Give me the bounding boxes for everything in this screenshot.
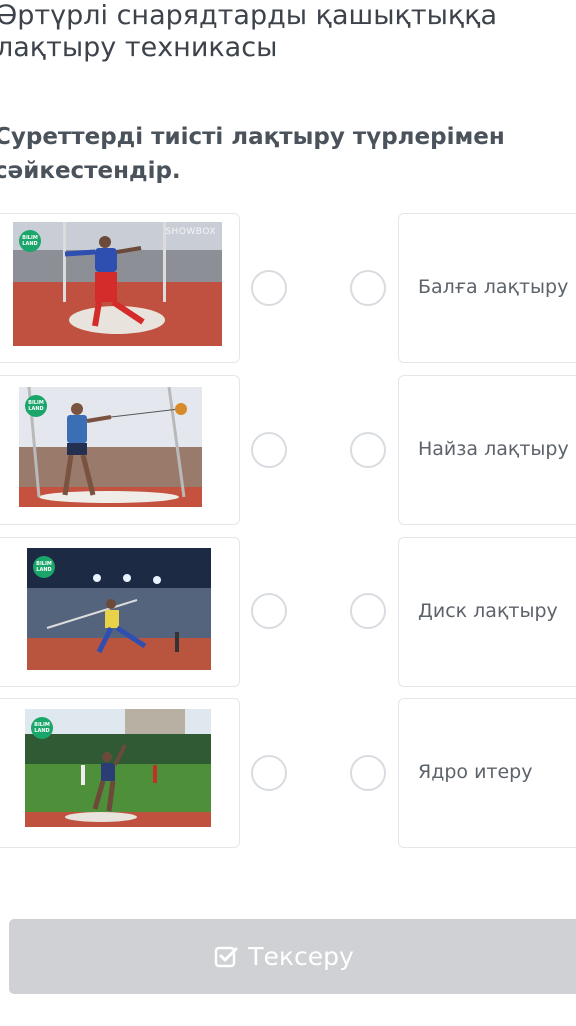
image-radio-3[interactable] — [251, 593, 287, 629]
shot-put-photo: BILIM LAND — [25, 709, 211, 827]
bilimland-logo: BILIM LAND — [25, 395, 47, 417]
image-card-4: BILIM LAND — [0, 698, 240, 848]
task-instruction: Суреттерді тиісті лақтыру түрлерімен сәй… — [0, 120, 574, 188]
discus-throw-photo: BILIM LAND SHOWBOX — [13, 222, 222, 346]
check-button[interactable]: Тексеру — [9, 919, 576, 994]
check-button-label: Тексеру — [248, 942, 354, 971]
image-card-3: BILIM LAND — [0, 537, 240, 687]
answer-radio-3[interactable] — [350, 593, 386, 629]
answer-label-1: Балға лақтыру — [418, 276, 569, 298]
answer-radio-1[interactable] — [350, 270, 386, 306]
checkbox-check-icon — [215, 946, 238, 967]
bilimland-logo: BILIM LAND — [19, 230, 41, 252]
page-title-line1: Әртүрлі снарядтарды қашықтыққа — [0, 0, 498, 31]
answer-card-1[interactable]: Балға лақтыру — [398, 213, 576, 363]
hammer-throw-photo: BILIM LAND — [19, 387, 202, 507]
answer-label-4: Ядро итеру — [418, 761, 533, 783]
answer-radio-2[interactable] — [350, 432, 386, 468]
image-radio-2[interactable] — [251, 432, 287, 468]
quiz-page: Әртүрлі снарядтарды қашықтыққа лақтыру т… — [0, 0, 576, 1026]
image-card-2: BILIM LAND — [0, 375, 240, 525]
page-title: Әртүрлі снарядтарды қашықтыққа лақтыру т… — [0, 0, 576, 64]
task-instruction-line1: Суреттерді тиісті лақтыру түрлерімен — [0, 124, 505, 150]
watermark-text: SHOWBOX — [165, 227, 216, 237]
answer-card-4[interactable]: Ядро итеру — [398, 698, 576, 848]
answer-label-3: Диск лақтыру — [418, 600, 558, 622]
image-radio-4[interactable] — [251, 755, 287, 791]
answer-card-3[interactable]: Диск лақтыру — [398, 537, 576, 687]
check-button-content: Тексеру — [214, 942, 354, 971]
javelin-throw-photo: BILIM LAND — [27, 548, 211, 670]
bilimland-logo: BILIM LAND — [31, 717, 53, 739]
image-radio-1[interactable] — [251, 270, 287, 306]
bilimland-logo: BILIM LAND — [33, 556, 55, 578]
page-title-line2: лақтыру техникасы — [0, 32, 278, 63]
answer-label-2: Найза лақтыру — [418, 438, 569, 460]
task-instruction-line2: сәйкестендір. — [0, 158, 181, 184]
answer-radio-4[interactable] — [350, 755, 386, 791]
image-card-1: BILIM LAND SHOWBOX — [0, 213, 240, 363]
answer-card-2[interactable]: Найза лақтыру — [398, 375, 576, 525]
